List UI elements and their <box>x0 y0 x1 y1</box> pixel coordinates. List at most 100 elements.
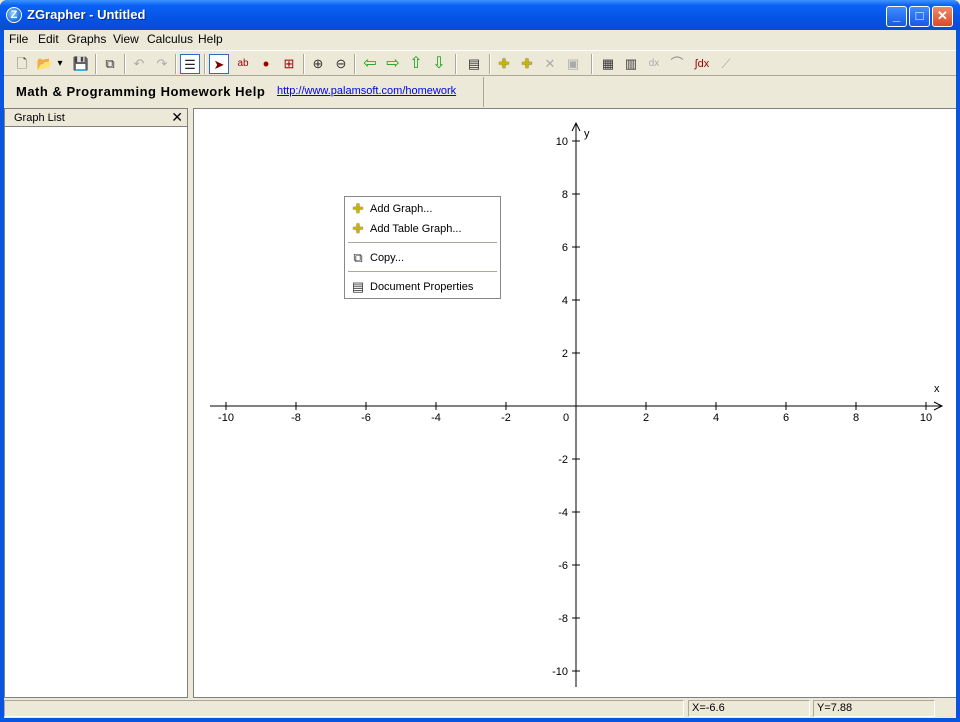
context-add-graph[interactable]: ✚ Add Graph... <box>345 199 500 219</box>
status-bar: X=-6.6 Y=7.88 <box>4 698 956 718</box>
add-point-icon[interactable]: • <box>256 54 276 74</box>
app-icon[interactable]: Z <box>6 7 22 23</box>
new-icon[interactable]: 🗋 <box>12 54 32 74</box>
zoom-in-icon[interactable]: ⊕ <box>308 54 328 74</box>
context-separator <box>348 271 497 272</box>
x-tick-label: 0 <box>563 412 569 424</box>
document-properties-icon[interactable]: ▤ <box>464 54 484 74</box>
close-icon[interactable]: ✕ <box>171 109 183 126</box>
x-tick-label: 10 <box>920 412 932 424</box>
graph-canvas[interactable]: x y -10 -8 -6 -4 -2 0 2 4 6 8 10 10 8 6 4 2 -2 -4 -6 -8 -10 ✚ … <box>193 108 956 698</box>
add-graph-icon[interactable]: ✚ <box>494 54 514 74</box>
save-icon[interactable]: 💾 <box>71 54 91 74</box>
toolbar-separator <box>455 54 457 74</box>
app-window: Z ZGrapher - Untitled _ □ ✕ File Edit Gr… <box>0 0 960 722</box>
x-tick-label: -2 <box>501 412 511 424</box>
client-area: File Edit Graphs View Calculus Help 🗋 📂 … <box>4 30 956 718</box>
banner-link[interactable]: http://www.palamsoft.com/homework <box>277 85 456 97</box>
y-tick-label: 2 <box>562 348 568 360</box>
y-tick-label: -6 <box>558 560 568 572</box>
graph-list-header: Graph List ✕ <box>5 109 187 127</box>
context-item-label: Add Table Graph... <box>370 223 462 235</box>
tangent-icon[interactable]: ⌒ <box>667 54 687 74</box>
zoom-box-icon[interactable]: ⊞ <box>279 54 299 74</box>
undo-icon[interactable]: ↶ <box>129 54 149 74</box>
graph-list-panel: Graph List ✕ <box>4 108 188 698</box>
homework-banner: Math & Programming Homework Help http://… <box>4 77 484 107</box>
context-item-label: Add Graph... <box>370 203 433 215</box>
x-tick-label: 8 <box>853 412 859 424</box>
status-x: X=-6.6 <box>688 700 810 717</box>
toolbar-separator <box>303 54 305 74</box>
x-tick-label: -4 <box>431 412 441 424</box>
context-add-table-graph[interactable]: ✚ Add Table Graph... <box>345 219 500 239</box>
zoom-out-icon[interactable]: ⊖ <box>331 54 351 74</box>
x-tick-label: 2 <box>643 412 649 424</box>
x-tick-label: 6 <box>783 412 789 424</box>
minimize-button[interactable]: _ <box>886 6 907 27</box>
x-tick-label: 4 <box>713 412 719 424</box>
menu-file[interactable]: File <box>9 32 28 46</box>
redo-icon[interactable]: ↷ <box>152 54 172 74</box>
status-message <box>4 700 684 717</box>
toolbar-separator <box>175 54 177 74</box>
y-tick-label: -10 <box>552 666 568 678</box>
graph-properties-icon[interactable]: ▣ <box>563 54 583 74</box>
y-tick-label: 8 <box>562 189 568 201</box>
calculator-icon[interactable]: ▥ <box>621 54 641 74</box>
context-document-properties[interactable]: ▤ Document Properties <box>345 277 500 297</box>
title-bar[interactable]: Z ZGrapher - Untitled _ □ ✕ <box>0 0 960 30</box>
add-graph-icon: ✚ <box>352 201 364 216</box>
document-properties-icon: ▤ <box>351 279 365 294</box>
y-tick-label: -4 <box>558 507 568 519</box>
integral-icon[interactable]: ∫dx <box>690 54 714 74</box>
toolbar: 🗋 📂 ▾ 💾 ⧉ ↶ ↷ ☰ ➤ ab • ⊞ ⊕ ⊖ ⇦ ⇨ ⇧ ⇩ ▤ ✚… <box>4 50 956 76</box>
pan-right-icon[interactable]: ⇨ <box>383 54 403 74</box>
copy-icon: ⧉ <box>353 250 363 265</box>
derivative-icon[interactable]: dx <box>644 54 664 74</box>
x-tick-label: -8 <box>291 412 301 424</box>
banner-title: Math & Programming Homework Help <box>16 84 266 99</box>
toolbar-separator <box>95 54 97 74</box>
coordinate-plane[interactable]: x y -10 -8 -6 -4 -2 0 2 4 6 8 10 10 8 6 4 2 -2 -4 -6 -8 -10 <box>194 109 956 698</box>
delete-graph-icon[interactable]: ✕ <box>540 54 560 74</box>
add-label-icon[interactable]: ab <box>233 54 253 74</box>
graph-list-icon[interactable]: ☰ <box>180 54 200 74</box>
x-tick-label: -10 <box>218 412 234 424</box>
context-item-label: Copy... <box>370 252 405 264</box>
maximize-button[interactable]: □ <box>909 6 930 27</box>
pan-up-icon[interactable]: ⇧ <box>406 54 426 74</box>
y-tick-label: 4 <box>562 295 568 307</box>
menu-view[interactable]: View <box>113 32 139 46</box>
context-copy[interactable]: ⧉ Copy... <box>345 248 500 268</box>
toolbar-separator <box>204 54 206 74</box>
toolbar-separator <box>489 54 491 74</box>
pan-left-icon[interactable]: ⇦ <box>360 54 380 74</box>
context-menu: ✚ Add Graph... ✚ Add Table Graph... ⧉ Co… <box>344 196 501 299</box>
pointer-icon[interactable]: ➤ <box>209 54 229 74</box>
toolbar-separator <box>354 54 356 74</box>
close-button[interactable]: ✕ <box>932 6 953 27</box>
menu-graphs[interactable]: Graphs <box>67 32 106 46</box>
open-icon[interactable]: 📂 <box>35 54 55 74</box>
add-table-graph-icon[interactable]: ✚ <box>517 54 537 74</box>
menu-edit[interactable]: Edit <box>38 32 59 46</box>
context-item-label: Document Properties <box>370 281 474 293</box>
menu-calculus[interactable]: Calculus <box>147 32 193 46</box>
status-y: Y=7.88 <box>813 700 935 717</box>
x-tick-label: -6 <box>361 412 371 424</box>
resize-grip-icon[interactable] <box>938 700 954 717</box>
copy-icon[interactable]: ⧉ <box>100 54 120 74</box>
window-title: ZGrapher - Untitled <box>27 7 146 22</box>
menu-help[interactable]: Help <box>198 32 223 46</box>
table-icon[interactable]: ▦ <box>598 54 618 74</box>
graph-list-title: Graph List <box>14 112 65 124</box>
context-separator <box>348 242 497 243</box>
y-tick-label: -8 <box>558 613 568 625</box>
pan-down-icon[interactable]: ⇩ <box>429 54 449 74</box>
y-tick-label: -2 <box>558 454 568 466</box>
y-tick-label: 10 <box>556 136 568 148</box>
open-dropdown-icon[interactable]: ▾ <box>55 54 65 74</box>
regression-icon[interactable]: ⟋ <box>716 54 736 74</box>
toolbar-separator <box>124 54 126 74</box>
